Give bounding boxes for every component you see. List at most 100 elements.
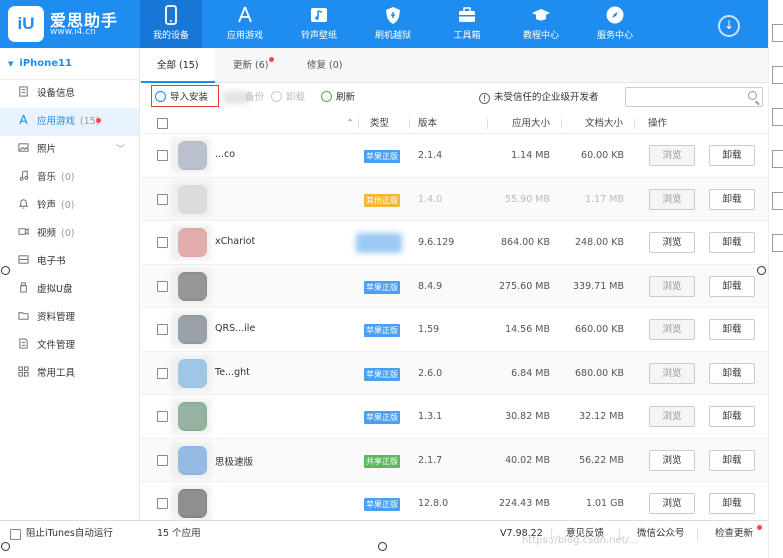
device-name: iPhone11 [19, 58, 72, 69]
uninstall-button[interactable]: 卸载 [709, 406, 755, 427]
browse-button[interactable]: 浏览 [649, 449, 695, 471]
sidebar-item-label: 电子书 [37, 256, 66, 267]
browse-button[interactable]: 浏览 [649, 493, 695, 514]
stop-itunes-checkbox[interactable] [10, 529, 21, 540]
sidebar-item-apps[interactable]: 应用游戏 (15) [0, 108, 139, 136]
browse-button[interactable]: 浏览 [649, 406, 695, 427]
sidebar-item-videos[interactable]: 视频 (0) [0, 220, 139, 248]
sidebar-item-virtual-usb[interactable]: 虚拟U盘 [0, 276, 139, 304]
browse-button[interactable]: 浏览 [649, 188, 695, 210]
col-type[interactable]: 类型 [370, 114, 389, 134]
app-count: 15 个应用 [157, 528, 201, 539]
row-checkbox[interactable] [157, 454, 168, 466]
browse-button[interactable]: 浏览 [649, 319, 695, 340]
nav-tutorials[interactable]: 教程中心 [510, 0, 572, 48]
app-table: ...co 苹果正版 2.1.4 1.14 MB 60.00 KB 浏览 卸载 其他正版 1.4… [141, 134, 768, 526]
uninstall-button[interactable]: 卸载 [709, 319, 755, 340]
tab-all[interactable]: 全部 (15) [141, 48, 215, 83]
app-name: 思极速版 [215, 456, 254, 468]
table-row[interactable]: 其他正版 1.4.0 55.90 MB 1.17 MB 浏览 卸载 [141, 177, 768, 221]
table-row[interactable]: 苹果正版 12.8.0 224.43 MB 1.01 GB 浏览 卸载 [141, 482, 768, 526]
browse-button[interactable]: 浏览 [649, 362, 695, 384]
row-checkbox[interactable] [157, 411, 168, 422]
sidebar-item-count: (0) [61, 172, 75, 183]
nav-service[interactable]: 服务中心 [584, 0, 646, 48]
table-row[interactable]: 思极速版 共享正版 2.1.7 40.02 MB 56.22 MB 浏览 卸载 [141, 438, 768, 482]
row-checkbox[interactable] [157, 498, 168, 509]
nav-apps-games[interactable]: 应用游戏 [214, 0, 276, 48]
col-app-size[interactable]: 应用大小 [512, 114, 550, 134]
uninstall-button[interactable]: 卸载 [709, 232, 755, 253]
chevron-down-icon[interactable]: ﹀ [116, 136, 125, 164]
app-name: xChariot [215, 236, 256, 247]
search-icon[interactable] [748, 91, 757, 100]
uninstall-button[interactable]: 卸载 [709, 449, 755, 471]
sort-caret-icon[interactable]: ⌃ [346, 114, 354, 134]
table-row[interactable]: 苹果正版 1.3.1 30.82 MB 32.12 MB 浏览 卸载 [141, 395, 768, 439]
clipped-tab [772, 66, 783, 84]
clipped-tab [772, 108, 783, 126]
sidebar-item-data-management[interactable]: 资料管理 [0, 304, 139, 332]
table-row[interactable]: xChariot 9.6.129 864.00 KB 248.00 KB 浏览 卸载 [141, 221, 768, 265]
nav-label: 应用游戏 [226, 31, 263, 41]
video-icon [18, 227, 29, 236]
uninstall-button[interactable]: 卸载 [709, 145, 755, 166]
nav-ringtones[interactable]: 铃声壁纸 [288, 0, 350, 48]
untrusted-developer-label: 未受信任的企业级开发者 [494, 92, 599, 103]
table-row[interactable]: ...co 苹果正版 2.1.4 1.14 MB 60.00 KB 浏览 卸载 [141, 134, 768, 178]
sidebar-item-file-management[interactable]: 文件管理 [0, 332, 139, 360]
uninstall-button[interactable]: 卸载 [709, 188, 755, 210]
table-row[interactable]: 苹果正版 8.4.9 275.60 MB 339.71 MB 浏览 卸载 [141, 264, 768, 308]
sidebar-item-tools[interactable]: 常用工具 [0, 360, 139, 388]
trash-icon [271, 91, 282, 102]
untrusted-developer-button[interactable]: ! 未受信任的企业级开发者 [479, 89, 599, 106]
nav-flash-jailbreak[interactable]: 刷机越狱 [362, 0, 424, 48]
browse-button[interactable]: 浏览 [649, 275, 695, 297]
select-all-checkbox[interactable] [157, 118, 168, 129]
row-checkbox[interactable] [157, 324, 168, 335]
tab-updates[interactable]: 更新 (6) [217, 48, 284, 83]
app-version: 1.59 [418, 324, 440, 335]
table-row[interactable]: QRS...ile 苹果正版 1.59 14.56 MB 660.00 KB 浏览 卸载 [141, 308, 768, 352]
tab-repair[interactable]: 修复 (0) [291, 48, 358, 83]
row-checkbox[interactable] [157, 367, 168, 379]
row-checkbox[interactable] [157, 193, 168, 205]
col-doc-size[interactable]: 文档大小 [585, 114, 623, 134]
uninstall-selected-button[interactable]: 卸载 [271, 89, 305, 106]
resize-handle [378, 542, 387, 551]
table-row[interactable]: Te...ght 苹果正版 2.6.0 6.84 MB 680.00 KB 浏览 卸载 [141, 351, 768, 395]
sidebar-item-photos[interactable]: 照片 ﹀ [0, 136, 139, 164]
refresh-icon [321, 91, 332, 102]
uninstall-button[interactable]: 卸载 [709, 362, 755, 384]
uninstall-button[interactable]: 卸载 [709, 275, 755, 297]
backup-button[interactable]: 备份 [223, 89, 264, 106]
browse-button[interactable]: 浏览 [649, 145, 695, 166]
device-selector[interactable]: ▼ iPhone11 [0, 48, 139, 80]
app-version: 12.8.0 [418, 498, 449, 509]
row-checkbox[interactable] [157, 237, 168, 248]
refresh-button[interactable]: 刷新 [321, 89, 355, 106]
row-checkbox[interactable] [157, 280, 168, 292]
download-button[interactable]: ↓ [718, 15, 740, 37]
sidebar-item-label: 视频 [37, 228, 57, 239]
uninstall-button[interactable]: 卸载 [709, 493, 755, 514]
check-update-link[interactable]: 检查更新 [715, 521, 753, 547]
sidebar-item-ebooks[interactable]: 电子书 [0, 248, 139, 276]
sidebar-item-device-info[interactable]: 设备信息 [0, 80, 139, 108]
sidebar-item-music[interactable]: 音乐 (0) [0, 164, 139, 192]
wechat-link[interactable]: 微信公众号 [637, 521, 685, 547]
sidebar-item-label: 常用工具 [37, 368, 76, 379]
col-version[interactable]: 版本 [418, 114, 437, 134]
browse-button[interactable]: 浏览 [649, 232, 695, 253]
sidebar-item-ringtones[interactable]: 铃声 (0) [0, 192, 139, 220]
row-checkbox[interactable] [157, 150, 168, 161]
search-input[interactable] [625, 87, 763, 107]
app-size: 6.84 MB [511, 367, 550, 379]
clipped-tab [772, 24, 783, 42]
doc-size: 248.00 KB [574, 237, 624, 248]
app-version: 9.6.129 [418, 237, 455, 248]
tab-bar: 全部 (15) 更新 (6) 修复 (0) [141, 48, 768, 83]
nav-toolbox[interactable]: 工具箱 [436, 0, 498, 48]
app-version: 8.4.9 [418, 280, 443, 292]
nav-my-device[interactable]: 我的设备 [140, 0, 202, 48]
